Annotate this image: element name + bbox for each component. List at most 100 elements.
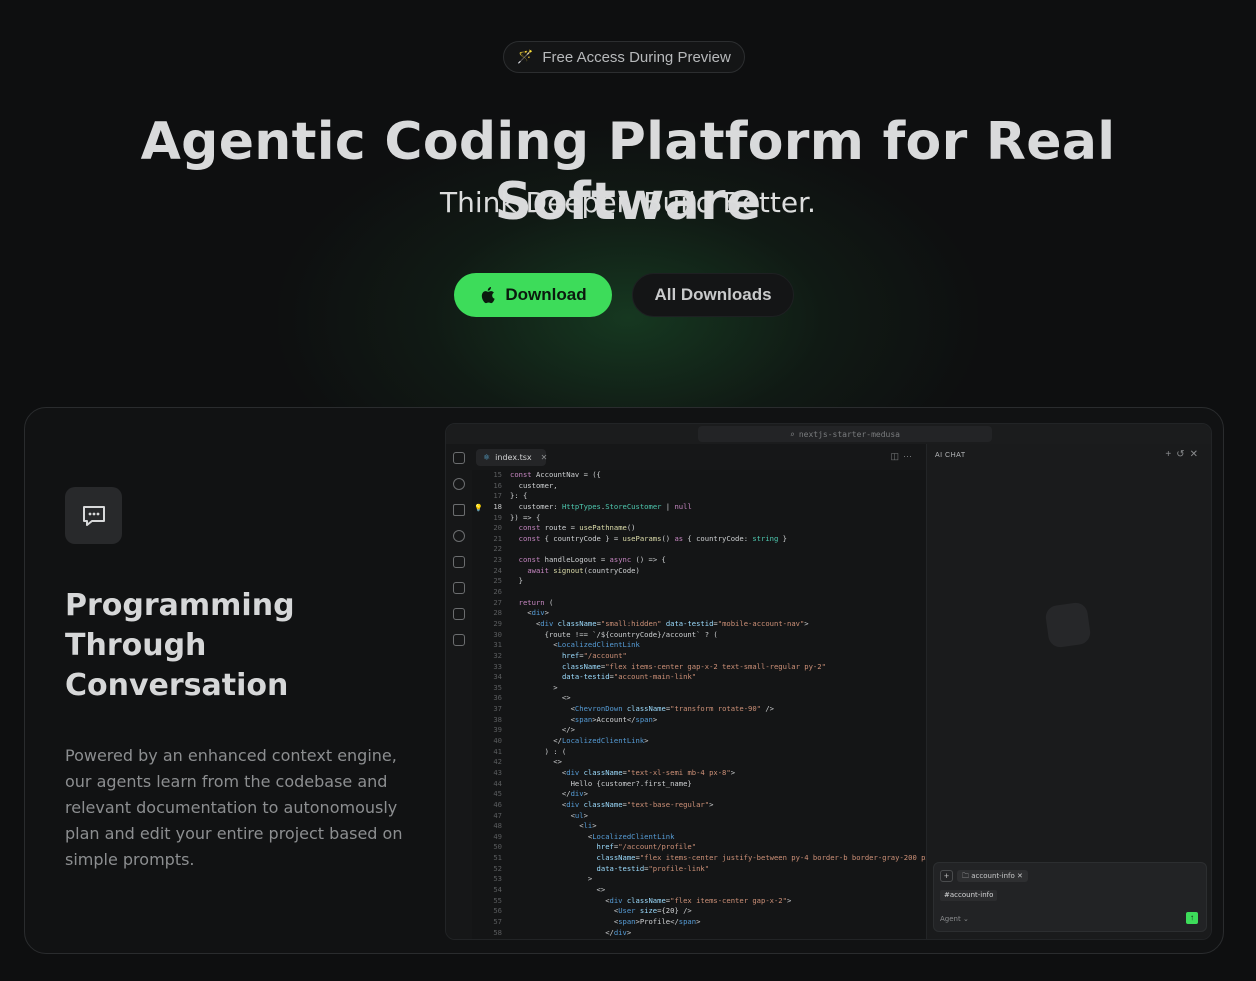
code-line: const route = usePathname()	[518, 523, 636, 533]
files-icon[interactable]	[453, 452, 465, 464]
code-line: <div className="text-base-regular">	[510, 799, 714, 809]
code-line: <li>	[510, 821, 597, 831]
line-number: 55	[493, 895, 502, 905]
line-number: 28	[493, 608, 502, 618]
code-line: href="/account"	[561, 650, 627, 660]
mode-selector[interactable]: Agent ⌄	[940, 915, 969, 923]
line-number: 57	[493, 916, 502, 926]
chat-input[interactable]: + 🗀 account-info ✕ #account-info Agent ⌄…	[933, 862, 1207, 932]
code-line: }) => {	[510, 512, 541, 522]
app-logo-icon	[1044, 601, 1092, 649]
preview-badge: 🪄 Free Access During Preview	[503, 41, 745, 73]
search-icon[interactable]	[453, 478, 465, 490]
code-line: const handleLogout = async () => {	[518, 555, 666, 565]
code-line: <span>Profile</span>	[510, 916, 701, 926]
line-gutter: 15 16 17 18 19 20 21 22 23 24 25 26 27 28 29 30 31 32 33 34…	[472, 470, 502, 938]
close-icon[interactable]: ✕	[541, 453, 548, 462]
code-line: </LocalizedClientLink>	[510, 736, 649, 746]
code-line: className="flex items-center justify-bet…	[596, 853, 926, 863]
code-line: </>	[510, 725, 575, 735]
code-line: <ul>	[510, 810, 588, 820]
line-number: 30	[493, 629, 502, 639]
compass-icon[interactable]	[453, 530, 465, 542]
code-line: <>	[510, 757, 562, 767]
editor-actions[interactable]: ◫⋯	[890, 451, 916, 462]
extensions-icon[interactable]	[453, 634, 465, 646]
ide-activity-bar	[446, 444, 472, 939]
line-number: 29	[493, 618, 502, 628]
line-number: 42	[493, 757, 502, 767]
code-line: <div>	[510, 608, 549, 618]
editor-tabbar: ⚛ index.tsx ✕ ◫⋯	[472, 444, 926, 470]
line-number: 16	[493, 480, 502, 490]
line-number: 43	[493, 767, 502, 777]
react-file-icon: ⚛	[483, 453, 491, 462]
chat-bubble-icon	[65, 487, 122, 544]
context-chip[interactable]: 🗀 account-info ✕	[957, 870, 1028, 882]
source-control-icon[interactable]	[453, 504, 465, 516]
line-number: 45	[493, 789, 502, 799]
code-line: return (	[518, 597, 554, 607]
ide-search-bar[interactable]: ⌕ nextjs-starter-medusa	[698, 426, 992, 442]
code-line: </div>	[510, 927, 632, 937]
line-number: 31	[493, 640, 502, 650]
line-number: 38	[493, 714, 502, 724]
line-number: 40	[493, 736, 502, 746]
download-label: Download	[505, 285, 587, 304]
download-button[interactable]: Download	[454, 273, 612, 317]
line-number: 54	[493, 884, 502, 894]
code-line: </div>	[510, 789, 588, 799]
code-line: <div className="small:hidden" data-testi…	[510, 618, 809, 628]
tab-label: index.tsx	[495, 453, 532, 462]
code-line: customer,	[510, 480, 558, 490]
ide-titlebar: ⌕ nextjs-starter-medusa	[446, 424, 1211, 444]
hero-section: 🪄 Free Access During Preview Agentic Cod…	[0, 0, 1256, 400]
line-number: 51	[493, 853, 502, 863]
run-debug-icon[interactable]	[453, 582, 465, 594]
tab-index-tsx[interactable]: ⚛ index.tsx ✕	[476, 449, 548, 466]
code-line: <div className="flex items-center gap-x-…	[510, 895, 792, 905]
code-line: }: {	[510, 491, 528, 501]
code-line: {route !== `/${countryCode}/account` ? (	[510, 629, 718, 639]
ide-search-text: nextjs-starter-medusa	[798, 429, 900, 439]
code-line: const { countryCode } = useParams() as {…	[518, 533, 787, 543]
chat-actions[interactable]: +↺✕	[1165, 449, 1203, 460]
line-number: 33	[493, 661, 502, 671]
all-downloads-button[interactable]: All Downloads	[632, 273, 794, 317]
line-number: 23	[493, 555, 502, 565]
feature-description: Powered by an enhanced context engine, o…	[65, 746, 403, 869]
line-number: 27	[493, 597, 502, 607]
line-number: 44	[493, 778, 502, 788]
line-number: 32	[493, 650, 502, 660]
code-editor[interactable]: 💡 15 16 17 18 19 20 21 22 23 24 25 26 27 28 29 30 31 32 33…	[472, 470, 926, 939]
send-button[interactable]: ↑	[1186, 912, 1198, 924]
apple-icon	[482, 287, 496, 304]
code-line: }	[510, 576, 523, 586]
line-number: 18	[493, 501, 502, 511]
code-line: <ChevronDown className="transform rotate…	[510, 704, 774, 714]
line-number: 48	[493, 821, 502, 831]
code-line: className="flex items-center gap-x-2 tex…	[561, 661, 826, 671]
line-number: 52	[493, 863, 502, 873]
add-context-button[interactable]: +	[940, 870, 953, 882]
line-number: 35	[493, 682, 502, 692]
settings-icon[interactable]	[453, 556, 465, 568]
code-line: ) : (	[510, 746, 567, 756]
code-line: >	[510, 874, 593, 884]
code-line: <LocalizedClientLink	[510, 831, 675, 841]
feature-title: Programming Through Conversation	[65, 588, 295, 703]
badge-label: Free Access During Preview	[542, 48, 731, 66]
ai-chat-panel: AI CHAT +↺✕ + 🗀 account-info ✕ #account-…	[927, 444, 1211, 939]
remote-icon[interactable]	[453, 608, 465, 620]
line-number: 49	[493, 831, 502, 841]
line-number: 56	[493, 906, 502, 916]
line-number: 53	[493, 874, 502, 884]
line-number: 58	[493, 927, 502, 937]
line-number: 47	[493, 810, 502, 820]
code-line: <User size={20} />	[510, 906, 692, 916]
code-line: data-testid="account-main-link"	[561, 672, 697, 682]
code-line: <>	[510, 693, 571, 703]
line-number: 37	[493, 704, 502, 714]
line-number: 22	[493, 544, 502, 554]
